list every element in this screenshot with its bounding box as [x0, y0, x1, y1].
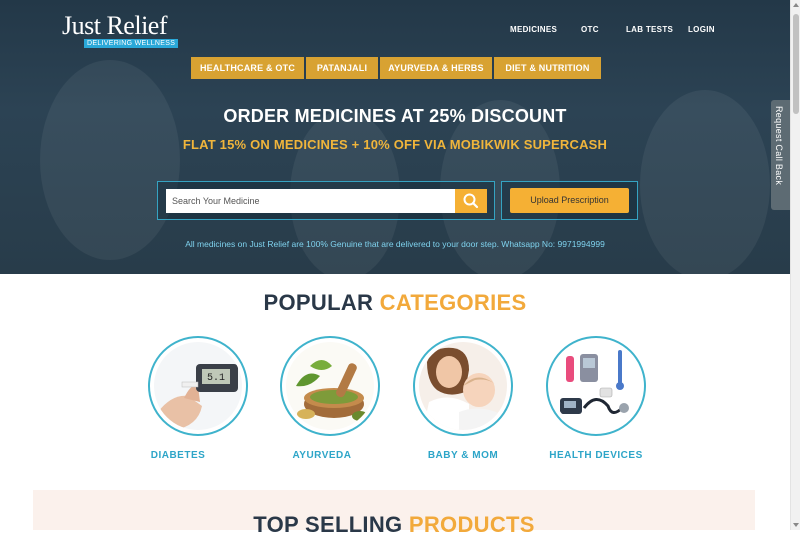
- category-label-ayurveda[interactable]: AYURVEDA: [252, 450, 392, 461]
- popular-title-dark: POPULAR: [263, 290, 374, 315]
- callback-label: Request Call Back: [774, 106, 784, 186]
- catnav-healthcare-otc[interactable]: HEALTHCARE & OTC: [191, 57, 304, 79]
- upload-panel: Upload Prescription: [501, 181, 638, 220]
- hero-headline: ORDER MEDICINES AT 25% DISCOUNT: [223, 106, 567, 126]
- category-ayurveda[interactable]: [280, 336, 380, 436]
- nav-login[interactable]: LOGIN: [688, 25, 715, 34]
- medical-devices-icon: [552, 342, 640, 430]
- category-navigation: HEALTHCARE & OTC PATANJALI AYURVEDA & HE…: [191, 57, 601, 79]
- category-label-diabetes[interactable]: DIABETES: [108, 450, 248, 461]
- popular-title-accent: CATEGORIES: [379, 290, 527, 315]
- nav-lab-tests[interactable]: LAB TESTS: [626, 25, 673, 34]
- top-selling-title-accent: PRODUCTS: [408, 512, 535, 537]
- medicine-search-input[interactable]: [166, 189, 456, 213]
- popular-categories-heading: POPULAR CATEGORIES: [0, 290, 790, 316]
- search-icon: [463, 193, 479, 209]
- top-selling-heading: TOP SELLING PRODUCTS: [33, 512, 755, 538]
- mother-baby-icon: [419, 342, 507, 430]
- scroll-up-icon[interactable]: [793, 3, 799, 7]
- catnav-patanjali[interactable]: PATANJALI: [306, 57, 378, 79]
- request-call-back-tab[interactable]: Request Call Back: [771, 100, 790, 210]
- scroll-thumb[interactable]: [793, 14, 799, 114]
- top-selling-title-dark: TOP SELLING: [253, 512, 403, 537]
- catnav-diet-nutrition[interactable]: DIET & NUTRITION: [494, 57, 601, 79]
- category-label-baby-mom[interactable]: BABY & MOM: [393, 450, 533, 461]
- genuine-notice: All medicines on Just Relief are 100% Ge…: [185, 239, 605, 249]
- category-label-health-devices[interactable]: HEALTH DEVICES: [526, 450, 666, 461]
- hero-offer-line: FLAT 15% ON MEDICINES + 10% OFF VIA MOBI…: [182, 137, 608, 152]
- nav-medicines[interactable]: MEDICINES: [510, 25, 557, 34]
- category-health-devices[interactable]: [546, 336, 646, 436]
- logo-tagline: DELIVERING WELLNESS: [84, 39, 179, 48]
- glucose-meter-icon: 5.1: [154, 342, 242, 430]
- category-diabetes[interactable]: 5.1: [148, 336, 248, 436]
- catnav-ayurveda-herbs[interactable]: AYURVEDA & HERBS: [380, 57, 492, 79]
- herbs-mortar-icon: [286, 342, 374, 430]
- hero-photo-figure: [40, 60, 180, 260]
- page-scrollbar[interactable]: [790, 0, 800, 530]
- hero-banner: Just Relief DELIVERING WELLNESS MEDICINE…: [0, 0, 790, 274]
- search-panel: [157, 181, 495, 220]
- top-navigation: MEDICINES OTC LAB TESTS LOGIN: [0, 25, 790, 37]
- category-baby-mom[interactable]: [413, 336, 513, 436]
- upload-prescription-button[interactable]: Upload Prescription: [510, 188, 629, 213]
- search-button[interactable]: [455, 189, 487, 213]
- svg-text:5.1: 5.1: [207, 373, 225, 384]
- scroll-down-icon[interactable]: [793, 523, 799, 527]
- nav-otc[interactable]: OTC: [581, 25, 599, 34]
